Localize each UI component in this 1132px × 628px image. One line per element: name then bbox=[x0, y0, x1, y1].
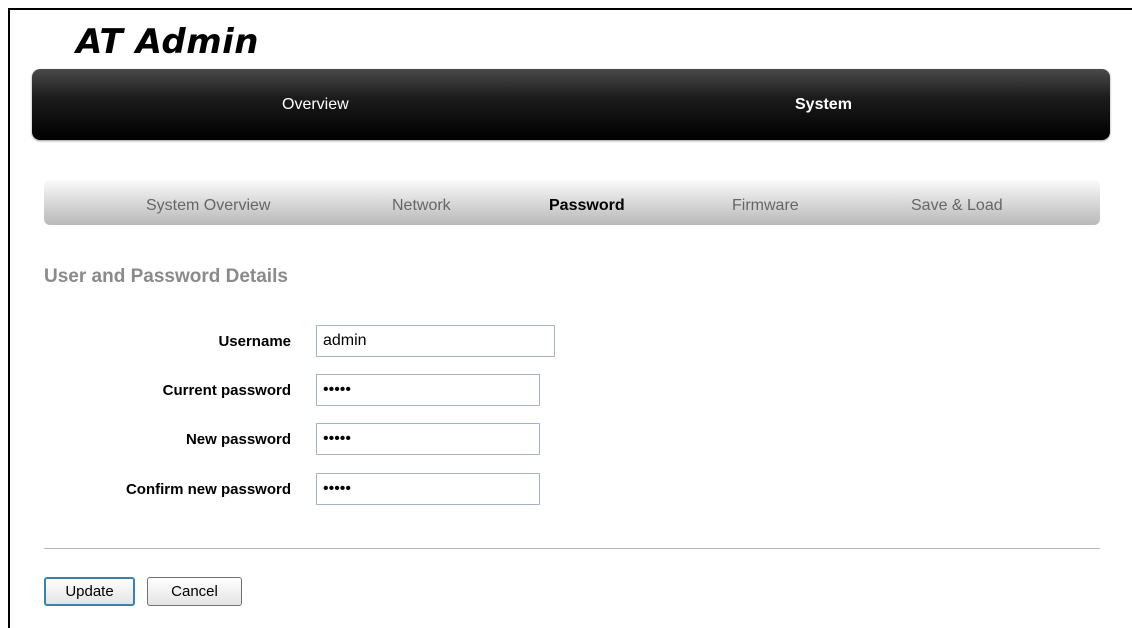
confirm-password-label: Confirm new password bbox=[125, 481, 291, 498]
sub-nav: System Overview Network Password Firmwar… bbox=[44, 180, 1100, 225]
tab-system[interactable]: System bbox=[795, 69, 852, 140]
current-password-row: Current password bbox=[0, 374, 600, 408]
new-password-label: New password bbox=[185, 431, 291, 448]
main-nav: Overview System bbox=[32, 69, 1110, 140]
update-button[interactable]: Update bbox=[44, 577, 135, 606]
divider bbox=[44, 548, 1100, 549]
subtab-save-load[interactable]: Save & Load bbox=[911, 180, 1003, 225]
subtab-firmware[interactable]: Firmware bbox=[732, 180, 799, 225]
new-password-input[interactable] bbox=[316, 423, 540, 455]
app-title: AT Admin bbox=[76, 22, 259, 62]
username-input[interactable] bbox=[316, 325, 555, 357]
subtab-system-overview[interactable]: System Overview bbox=[146, 180, 270, 225]
confirm-password-row: Confirm new password bbox=[0, 473, 600, 507]
confirm-password-input[interactable] bbox=[316, 473, 540, 505]
new-password-row: New password bbox=[0, 423, 600, 457]
subtab-network[interactable]: Network bbox=[392, 180, 451, 225]
subtab-password[interactable]: Password bbox=[549, 180, 625, 225]
tab-overview[interactable]: Overview bbox=[282, 69, 349, 140]
username-label: Username bbox=[218, 333, 291, 350]
current-password-label: Current password bbox=[162, 382, 291, 399]
username-row: Username bbox=[0, 325, 600, 359]
cancel-button[interactable]: Cancel bbox=[147, 577, 242, 606]
current-password-input[interactable] bbox=[316, 374, 540, 406]
section-heading: User and Password Details bbox=[44, 266, 288, 287]
